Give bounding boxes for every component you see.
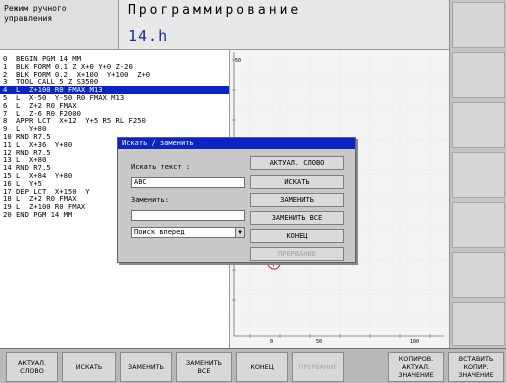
axis-label-50: 50 <box>235 58 241 64</box>
right-softkey-7[interactable] <box>452 302 505 346</box>
replace-input[interactable] <box>131 210 245 221</box>
softkey-abort[interactable]: ПРЕРВАНИЕ <box>292 352 344 382</box>
program-line[interactable]: 1 BLK FORM 0.1 Z X+0 Y+0 Z-20 <box>0 63 229 71</box>
right-softkey-panel <box>449 0 506 348</box>
right-softkey-1[interactable] <box>452 2 505 48</box>
program-line[interactable]: 9 L Y+80 <box>0 125 229 133</box>
softkey-replace[interactable]: ЗАМЕНИТЬ <box>120 352 172 382</box>
program-line[interactable]: 5 L X-50 Y-50 R0 FMAX M13 <box>0 94 229 102</box>
right-softkey-3[interactable] <box>452 102 505 148</box>
program-line[interactable]: 6 L Z+2 R0 FMAX <box>0 102 229 110</box>
right-softkey-2[interactable] <box>452 52 505 98</box>
mode-indicator: Режим ручного управления <box>0 0 119 50</box>
search-direction-select[interactable]: Поиск вперед ▼ <box>131 227 245 238</box>
replace-label: Заменить: <box>131 196 169 204</box>
softkey-end[interactable]: КОНЕЦ <box>236 352 288 382</box>
current-word-button[interactable]: АКТУАЛ. СЛОВО <box>250 156 344 170</box>
softkey-paste-copied[interactable]: ВСТАВИТЬ КОПИР. ЗНАЧЕНИЕ <box>448 352 504 382</box>
chevron-down-icon[interactable]: ▼ <box>235 228 244 237</box>
replace-button[interactable]: ЗАМЕНИТЬ <box>250 193 344 207</box>
program-line[interactable]: 8 APPR LCT X+12 Y+5 R5 RL F250 <box>0 117 229 125</box>
softkey-current-word[interactable]: АКТУАЛ. СЛОВО <box>6 352 58 382</box>
program-filename: 14.h <box>128 27 169 45</box>
search-text-label: Искать текст : <box>131 163 191 171</box>
dialog-title: Искать / заменить <box>118 138 355 149</box>
program-line[interactable]: 3 TOOL CALL 5 Z S3500 <box>0 78 229 86</box>
axis-label-0x: 0 <box>270 339 273 345</box>
program-line-selected[interactable]: 4 L Z+100 R0 FMAX M13 <box>0 86 229 94</box>
axis-label-50x: 50 <box>316 339 322 345</box>
search-button[interactable]: ИСКАТЬ <box>250 175 344 189</box>
cnc-screen: Режим ручного управления Программировани… <box>0 0 506 383</box>
page-title: Программирование <box>128 3 302 18</box>
search-input[interactable]: ABC <box>131 177 245 188</box>
softkey-replace-all[interactable]: ЗАМЕНИТЬ ВСЕ <box>176 352 232 382</box>
softkey-search[interactable]: ИСКАТЬ <box>62 352 116 382</box>
end-button[interactable]: КОНЕЦ <box>250 229 344 243</box>
program-line[interactable]: 0 BEGIN PGM 14 MM <box>0 55 229 63</box>
replace-all-button[interactable]: ЗАМЕНИТЬ ВСЕ <box>250 211 344 225</box>
right-softkey-5[interactable] <box>452 202 505 248</box>
program-line[interactable]: 2 BLK FORM 0.2 X+100 Y+100 Z+0 <box>0 71 229 79</box>
softkey-copy-current[interactable]: КОПИРОВ. АКТУАЛ. ЗНАЧЕНИЕ <box>388 352 444 382</box>
right-softkey-4[interactable] <box>452 152 505 198</box>
search-direction-value: Поиск вперед <box>134 228 185 236</box>
right-softkey-6[interactable] <box>452 252 505 298</box>
program-line[interactable]: 7 L Z-6 R0 F2000 <box>0 110 229 118</box>
search-replace-dialog: Искать / заменить Искать текст : ABC Зам… <box>117 137 356 263</box>
abort-button[interactable]: ПРЕРВАНИЕ <box>250 247 344 261</box>
softkey-bar: АКТУАЛ. СЛОВО ИСКАТЬ ЗАМЕНИТЬ ЗАМЕНИТЬ В… <box>0 348 506 383</box>
header-bar: Программирование 14.h <box>119 0 449 50</box>
axis-label-100x: 100 <box>410 339 419 345</box>
